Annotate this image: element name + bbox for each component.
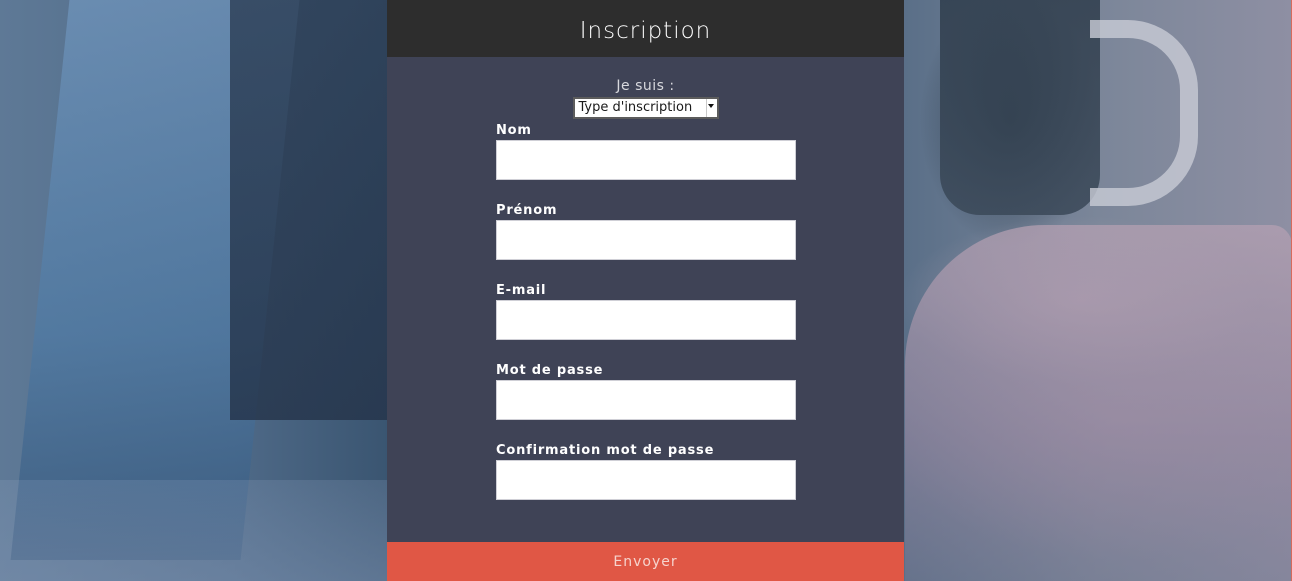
- field-label-password: Mot de passe: [496, 363, 604, 378]
- registration-type-selected-value: Type d'inscription: [578, 100, 693, 115]
- prenom-input[interactable]: [496, 220, 796, 260]
- chevron-down-icon: [707, 104, 714, 108]
- background-mug: [940, 0, 1100, 215]
- field-password: Mot de passe: [496, 363, 796, 420]
- page-title: Inscription: [387, 0, 904, 57]
- field-label-prenom: Prénom: [496, 203, 558, 218]
- field-label-email: E-mail: [496, 283, 547, 298]
- signup-panel: Inscription Je suis : Type d'inscription…: [387, 0, 904, 581]
- email-input[interactable]: [496, 300, 796, 340]
- registration-type-select[interactable]: Type d'inscription: [572, 97, 719, 119]
- field-label-nom: Nom: [496, 123, 532, 138]
- registration-type-label: Je suis :: [616, 78, 675, 94]
- page: Inscription Je suis : Type d'inscription…: [0, 0, 1292, 581]
- password-confirm-input[interactable]: [496, 460, 796, 500]
- field-prenom: Prénom: [496, 203, 796, 260]
- background-mug-handle: [1090, 20, 1198, 206]
- background-hand: [905, 225, 1292, 581]
- registration-type-group: Je suis : Type d'inscription: [387, 57, 904, 119]
- submit-button[interactable]: Envoyer: [387, 542, 904, 581]
- signup-form: Je suis : Type d'inscription Nom Prénom …: [387, 57, 904, 500]
- background-desk: [0, 480, 387, 581]
- field-label-password-confirm: Confirmation mot de passe: [496, 443, 715, 458]
- background-code-editor: [230, 0, 390, 420]
- field-email: E-mail: [496, 283, 796, 340]
- password-input[interactable]: [496, 380, 796, 420]
- select-arrow-box: [705, 99, 717, 117]
- field-password-confirm: Confirmation mot de passe: [496, 443, 796, 500]
- nom-input[interactable]: [496, 140, 796, 180]
- field-nom: Nom: [496, 123, 796, 180]
